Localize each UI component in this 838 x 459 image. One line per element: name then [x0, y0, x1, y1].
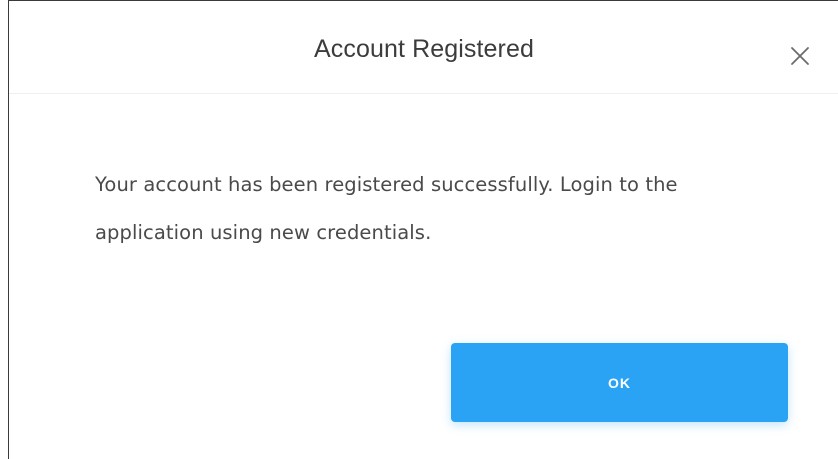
close-icon	[791, 47, 809, 65]
dialog-message: Your account has been registered success…	[95, 173, 678, 244]
dialog-title: Account Registered	[314, 35, 534, 63]
header-divider	[9, 93, 838, 94]
close-button[interactable]	[786, 42, 814, 70]
ok-button[interactable]: OK	[451, 343, 788, 422]
account-registered-dialog: Account Registered Your account has been…	[8, 0, 838, 459]
